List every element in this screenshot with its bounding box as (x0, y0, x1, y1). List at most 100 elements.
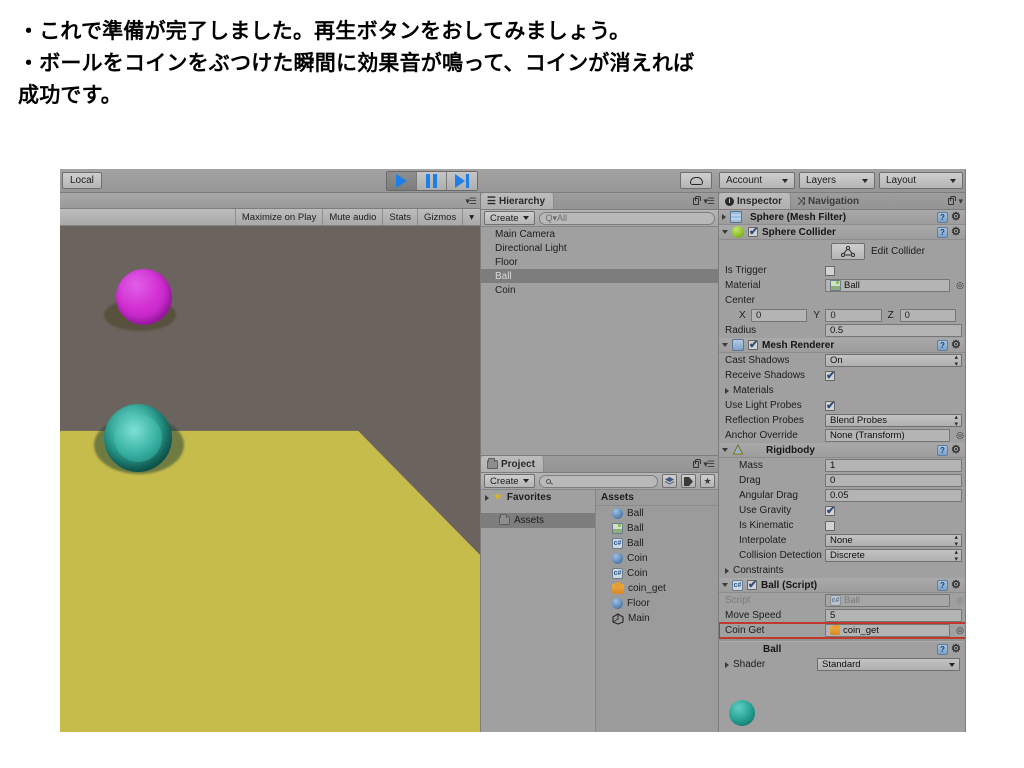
asset-item-ball-material[interactable]: Ball (596, 506, 718, 521)
component-header-sphere-collider[interactable]: Sphere Collider ? ⚙ (719, 225, 965, 240)
layout-dropdown[interactable]: Layout (879, 172, 963, 189)
help-icon[interactable]: ? (937, 226, 948, 238)
mass-input[interactable]: 1 (825, 459, 962, 472)
tab-inspector[interactable]: i Inspector (719, 193, 792, 209)
object-picker-icon[interactable]: ◎ (954, 430, 965, 441)
chevron-down-icon[interactable] (722, 230, 728, 234)
component-enabled-checkbox[interactable] (748, 225, 758, 238)
label-filter-icon[interactable] (681, 474, 696, 488)
center-y-input[interactable]: 0 (825, 309, 882, 322)
play-button[interactable] (387, 172, 417, 190)
interpolate-dropdown[interactable]: None ▴ ▾ (825, 534, 962, 548)
anchor-override-object-field[interactable]: None (Transform) (825, 429, 950, 442)
pivot-rotation-toggle[interactable]: Local (62, 172, 102, 189)
chevron-down-icon[interactable] (722, 343, 728, 347)
component-enabled-checkbox[interactable] (748, 338, 758, 351)
hierarchy-item-floor[interactable]: Floor (481, 255, 718, 269)
favorite-icon[interactable]: ★ (700, 474, 715, 488)
cast-shadows-dropdown[interactable]: On ▴ ▾ (825, 354, 962, 368)
asset-item-floor-material[interactable]: Floor (596, 596, 718, 611)
pause-button[interactable] (417, 172, 447, 190)
gear-icon[interactable]: ⚙ (951, 339, 962, 351)
lock-icon[interactable] (693, 458, 702, 468)
chevron-right-icon[interactable] (725, 567, 729, 574)
layers-dropdown[interactable]: Layers (799, 172, 875, 189)
panel-options-icon[interactable]: ▾☰ (703, 196, 715, 207)
stats-toggle[interactable]: Stats (382, 209, 417, 225)
hierarchy-item-coin[interactable]: Coin (481, 283, 718, 297)
help-icon[interactable]: ? (937, 339, 948, 351)
gear-icon[interactable]: ⚙ (951, 226, 962, 238)
asset-item-coin-get-audio[interactable]: coin_get (596, 581, 718, 596)
asset-item-ball-script[interactable]: c# Ball (596, 536, 718, 551)
object-picker-icon[interactable]: ◎ (954, 625, 965, 636)
gear-icon[interactable]: ⚙ (951, 579, 962, 591)
center-z-input[interactable]: 0 (899, 309, 956, 322)
asset-item-ball-prefab[interactable]: Ball (596, 521, 718, 536)
use-gravity-checkbox[interactable] (825, 504, 835, 517)
hierarchy-item-ball[interactable]: Ball (481, 269, 718, 283)
component-header-mesh-renderer[interactable]: Mesh Renderer ? ⚙ (719, 338, 965, 353)
drag-input[interactable]: 0 (825, 474, 962, 487)
panel-options-icon[interactable]: ▾☰ (703, 459, 715, 470)
component-header-rigidbody[interactable]: Rigidbody ? ⚙ (719, 443, 965, 458)
angular-drag-input[interactable]: 0.05 (825, 489, 962, 502)
project-tree-assets[interactable]: Assets (481, 513, 595, 528)
lock-icon[interactable] (693, 195, 702, 205)
gear-icon[interactable]: ⚙ (951, 644, 962, 655)
panel-options-icon[interactable]: ▾☰ (465, 196, 477, 207)
is-kinematic-checkbox[interactable] (825, 520, 835, 531)
is-trigger-checkbox[interactable] (825, 265, 835, 276)
shader-dropdown[interactable]: Standard (817, 658, 960, 671)
asset-item-main-scene[interactable]: Main (596, 611, 718, 626)
help-icon[interactable]: ? (937, 644, 948, 655)
account-dropdown[interactable]: Account (719, 172, 795, 189)
help-icon[interactable]: ? (937, 211, 948, 223)
game-view-canvas[interactable] (60, 226, 480, 732)
project-tree-favorites[interactable]: ★ Favorites (481, 490, 595, 505)
hierarchy-search-input[interactable]: Q▾All (538, 211, 715, 225)
component-enabled-checkbox[interactable] (747, 578, 757, 591)
tab-navigation[interactable]: ⤨ Navigation (791, 193, 867, 209)
tab-hierarchy[interactable]: ☰ Hierarchy (481, 193, 555, 209)
chevron-down-icon[interactable] (722, 448, 728, 452)
project-search-input[interactable] (538, 474, 658, 488)
maximize-on-play-toggle[interactable]: Maximize on Play (234, 209, 322, 225)
step-button[interactable] (447, 172, 477, 190)
collision-detection-dropdown[interactable]: Discrete ▴ ▾ (825, 549, 962, 563)
help-icon[interactable]: ? (937, 579, 948, 591)
lock-icon[interactable] (948, 195, 957, 205)
coin-get-object-field[interactable]: coin_get (825, 624, 950, 637)
edit-collider-button[interactable] (831, 243, 865, 260)
chevron-down-icon[interactable] (722, 583, 728, 587)
chevron-right-icon[interactable] (725, 387, 729, 394)
hierarchy-create-button[interactable]: Create (484, 211, 535, 225)
cloud-services-button[interactable] (680, 172, 712, 189)
row-materials-foldout[interactable]: Materials (719, 383, 965, 398)
reflection-probes-dropdown[interactable]: Blend Probes ▴ ▾ (825, 414, 962, 428)
component-header-ball-script[interactable]: c# Ball (Script) ? ⚙ (719, 578, 965, 593)
project-create-button[interactable]: Create (484, 474, 535, 488)
move-speed-input[interactable]: 5 (825, 609, 962, 622)
component-header-mesh-filter[interactable]: Sphere (Mesh Filter) ? ⚙ (719, 210, 965, 225)
asset-item-coin-material[interactable]: Coin (596, 551, 718, 566)
hierarchy-item-main-camera[interactable]: Main Camera (481, 227, 718, 241)
tab-project[interactable]: Project (481, 456, 544, 472)
gear-icon[interactable]: ⚙ (951, 211, 962, 223)
material-object-field[interactable]: Ball (825, 279, 950, 292)
chevron-right-icon[interactable] (722, 214, 726, 220)
asset-item-coin-script[interactable]: c# Coin (596, 566, 718, 581)
use-light-probes-checkbox[interactable] (825, 399, 835, 412)
receive-shadows-checkbox[interactable] (825, 369, 835, 382)
object-picker-icon[interactable]: ◎ (954, 280, 965, 291)
gizmos-dropdown[interactable]: Gizmos (417, 209, 462, 225)
help-icon[interactable]: ? (937, 444, 948, 456)
hierarchy-item-directional-light[interactable]: Directional Light (481, 241, 718, 255)
mute-audio-toggle[interactable]: Mute audio (322, 209, 382, 225)
radius-input[interactable]: 0.5 (825, 324, 962, 337)
panel-options-icon[interactable]: ▾ (958, 196, 962, 207)
asset-filter-icon[interactable] (662, 474, 677, 488)
center-x-input[interactable]: 0 (751, 309, 808, 322)
chevron-right-icon[interactable] (485, 494, 489, 501)
gizmos-caret-icon[interactable]: ▾ (462, 209, 480, 225)
